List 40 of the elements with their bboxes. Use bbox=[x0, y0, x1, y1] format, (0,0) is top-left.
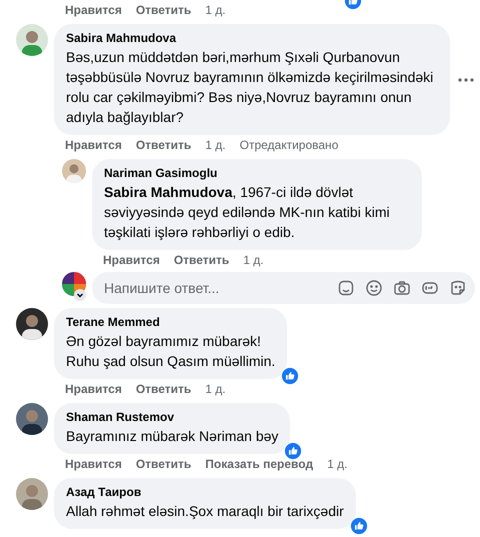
author-name[interactable]: Shaman Rustemov bbox=[66, 410, 278, 424]
author-name[interactable]: Азад Таиров bbox=[66, 485, 344, 499]
action-link[interactable]: Ответить bbox=[136, 457, 192, 471]
like-reaction-icon[interactable] bbox=[350, 517, 368, 535]
action-link[interactable]: Показать перевод bbox=[205, 457, 314, 471]
like-reaction-icon[interactable] bbox=[284, 442, 302, 460]
reply-input[interactable]: Напишите ответ... bbox=[104, 280, 327, 296]
reply-field[interactable]: Напишите ответ... bbox=[92, 272, 475, 304]
timestamp: 1 д. bbox=[243, 253, 264, 267]
edited-note: Отредактировано bbox=[240, 138, 338, 152]
comment-text: Bayramınız mübarək Nəriman bəy bbox=[66, 427, 278, 446]
action-link[interactable]: Нравится bbox=[65, 457, 122, 471]
action-link[interactable]: Ответить bbox=[136, 3, 192, 17]
emoji-icon[interactable] bbox=[365, 279, 383, 297]
action-link[interactable]: Ответить bbox=[136, 138, 192, 152]
timestamp: 1 д. bbox=[327, 457, 348, 471]
sticker-face-icon[interactable] bbox=[449, 279, 467, 297]
action-link[interactable]: Нравится bbox=[65, 138, 122, 152]
action-link[interactable]: Нравится bbox=[103, 253, 160, 267]
avatar[interactable] bbox=[16, 403, 48, 435]
action-link[interactable]: Нравится bbox=[65, 382, 122, 396]
avatar[interactable] bbox=[62, 272, 86, 302]
timestamp: 1 д. bbox=[205, 382, 226, 396]
sticker-icon[interactable] bbox=[337, 279, 355, 297]
action-link[interactable]: Нравится bbox=[65, 3, 122, 17]
comment-text: Ən gözəl bayramımız mübarək! Ruhu şad olsun Qasım müəllimin. bbox=[66, 332, 276, 371]
avatar[interactable] bbox=[16, 308, 48, 340]
author-name[interactable]: Nariman Gasimoglu bbox=[104, 166, 410, 180]
camera-icon[interactable] bbox=[393, 279, 411, 297]
author-name[interactable]: Terane Memmed bbox=[66, 315, 276, 329]
more-options-icon[interactable] bbox=[458, 78, 474, 82]
timestamp: 1 д. bbox=[205, 138, 226, 152]
comment-text: Allah rəhmət eləsin.Şox maraqlı bir tarixçədir bbox=[66, 502, 344, 521]
comment-text: Sabira Mahmudova, 1967-ci ildə dövlət səviyyəsində qeyd ediləndə MK-nın katibi kimi təşkilati işlərə rəhbərliyi o edib. bbox=[104, 183, 391, 242]
author-name[interactable]: Sabira Mahmudova bbox=[66, 31, 438, 45]
action-link[interactable]: Ответить bbox=[136, 382, 192, 396]
comment-text: Bəs,uzun müddətdən bəri,mərhum Şıxəli Qurbanovun təşəbbüsülə Novruz bayramının ölkəmizdə keçirilməsindəki rolu car çəkilməyibmi? Bəs niyə,Novruz bayramını onun adıyla bağlayıblar? bbox=[66, 48, 434, 127]
timestamp: 1 д. bbox=[205, 3, 226, 17]
like-reaction-icon[interactable] bbox=[281, 367, 300, 385]
action-link[interactable]: Ответить bbox=[174, 253, 230, 267]
